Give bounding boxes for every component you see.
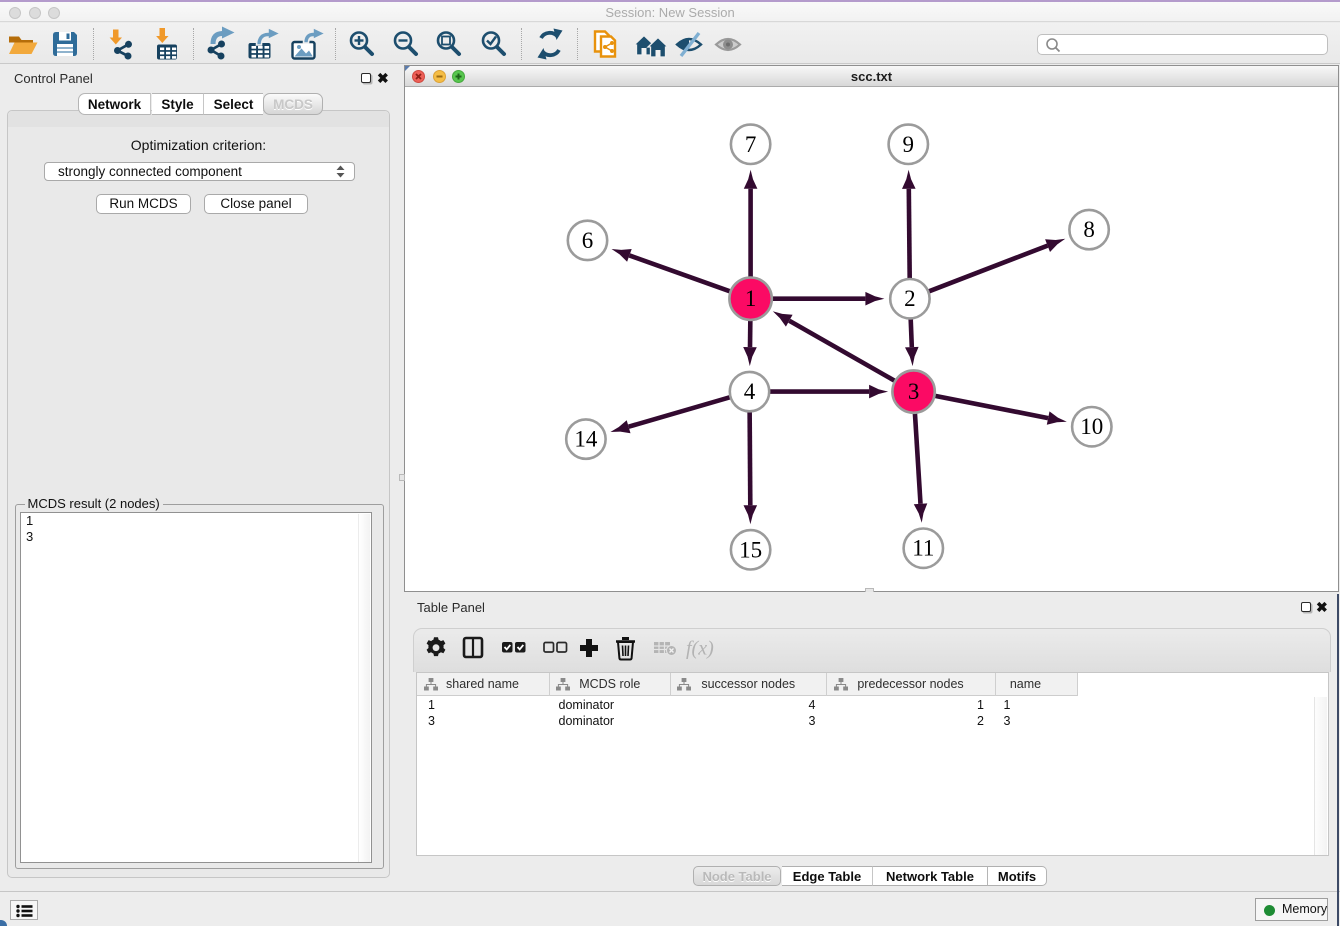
svg-text:8: 8 [1083,217,1095,242]
svg-text:9: 9 [903,132,915,157]
svg-text:4: 4 [744,379,756,404]
svg-text:10: 10 [1080,414,1103,439]
svg-text:14: 14 [574,427,598,452]
svg-text:2: 2 [904,286,916,311]
svg-text:3: 3 [908,379,920,404]
svg-text:6: 6 [582,228,594,253]
svg-text:1: 1 [745,286,757,311]
svg-text:7: 7 [745,132,757,157]
svg-text:15: 15 [739,537,762,562]
svg-text:f(x): f(x) [686,638,714,660]
svg-text:11: 11 [912,536,934,561]
